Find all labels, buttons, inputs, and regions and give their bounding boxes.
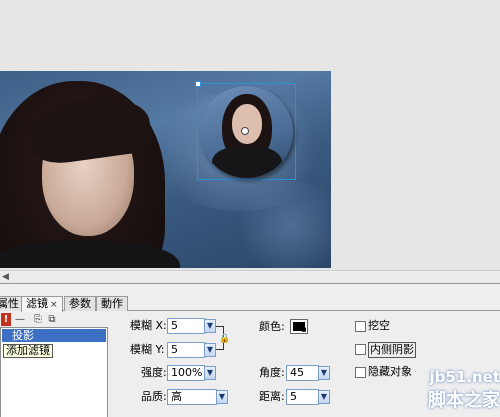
chevron-down-icon[interactable]: ▼ <box>204 343 216 357</box>
paste-filter-icon[interactable]: ⧉ <box>46 314 58 326</box>
watermark-url: jb51.net <box>429 368 500 386</box>
blur-x-label: 模糊 X: <box>130 319 167 332</box>
close-icon[interactable]: × <box>50 300 58 310</box>
filter-item-drop-shadow[interactable]: 投影 <box>2 329 106 342</box>
blur-y-label: 模糊 Y: <box>130 343 165 356</box>
distance-label: 距离: <box>259 390 285 403</box>
chevron-down-icon[interactable]: ▼ <box>204 319 216 333</box>
chevron-down-icon[interactable]: ▼ <box>216 390 228 404</box>
watermark-brand: 脚本之家 <box>428 390 500 411</box>
hide-object-checkbox[interactable] <box>355 367 366 378</box>
color-label: 颜色: <box>259 320 285 333</box>
blur-x-input[interactable]: 5 <box>167 318 205 334</box>
distance-input[interactable]: 5 <box>286 389 319 405</box>
blur-y-input[interactable]: 5 <box>167 342 205 358</box>
color-swatch[interactable]: ◢ <box>290 319 308 334</box>
remove-filter-icon[interactable]: — <box>14 314 26 326</box>
angle-label: 角度: <box>259 366 285 379</box>
chevron-down-icon[interactable]: ▼ <box>204 366 216 380</box>
chevron-down-icon[interactable]: ▼ <box>318 390 330 404</box>
copy-filter-icon[interactable]: ⎘ <box>32 314 44 326</box>
horizontal-scrollbar[interactable]: ◀ <box>0 270 500 282</box>
watermark: jb51.net 脚本之家 <box>408 368 500 417</box>
transform-pivot[interactable] <box>241 127 249 135</box>
transform-handle[interactable] <box>195 81 201 87</box>
inner-shadow-checkbox[interactable] <box>355 344 366 355</box>
knockout-checkbox[interactable] <box>355 321 366 332</box>
inner-shadow-label: 内侧阴影 <box>368 342 416 358</box>
swatch-arrow-icon: ◢ <box>301 326 306 333</box>
tab-actions[interactable]: 動作 <box>96 296 128 311</box>
thumb-body <box>212 146 282 178</box>
strength-input[interactable]: 100% <box>167 365 205 381</box>
add-filter-tooltip: 添加滤镜 <box>3 344 53 358</box>
stage[interactable] <box>0 0 500 270</box>
panel-tabs: 属性 滤镜 × 参数 動作 <box>0 296 500 312</box>
filter-toolbar: ! — ⎘ ⧉ <box>0 313 70 327</box>
warning-icon[interactable]: ! <box>1 313 11 326</box>
knockout-label: 挖空 <box>368 319 390 332</box>
quality-label: 品质: <box>141 390 167 403</box>
strength-label: 强度: <box>141 366 167 379</box>
hide-object-label: 隐藏对象 <box>368 365 412 378</box>
lock-icon[interactable]: 🔒 <box>219 334 230 344</box>
circle-clip-selection[interactable] <box>195 81 296 180</box>
tab-filters[interactable]: 滤镜 × <box>21 296 63 312</box>
thumb-face <box>232 104 262 144</box>
quality-select[interactable]: 高 <box>167 389 217 405</box>
tab-parameters[interactable]: 参数 <box>64 296 96 311</box>
filter-list[interactable]: 投影 添加滤镜 <box>0 327 108 417</box>
chevron-down-icon[interactable]: ▼ <box>318 366 330 380</box>
angle-input[interactable]: 45 <box>286 365 319 381</box>
scroll-left-icon[interactable]: ◀ <box>2 272 9 282</box>
